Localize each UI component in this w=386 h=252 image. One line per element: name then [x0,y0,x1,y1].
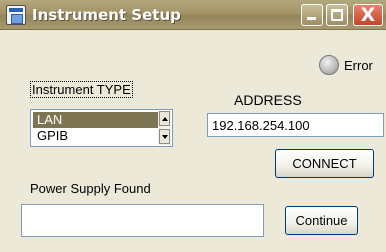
maximize-icon [331,9,343,21]
close-icon: X [360,4,376,26]
window-title: Instrument Setup [32,6,181,24]
app-icon[interactable] [6,5,26,25]
address-input[interactable] [207,113,384,137]
error-label: Error [344,58,373,73]
connect-button[interactable]: CONNECT [275,149,374,178]
minimize-icon [307,17,316,20]
maximize-button[interactable] [326,4,348,26]
continue-button[interactable]: Continue [285,206,358,235]
list-item-gpib[interactable]: GPIB [33,128,158,144]
scroll-up-arrow-icon[interactable] [159,111,170,126]
power-supply-found-field[interactable] [21,204,264,237]
list-item-lan[interactable]: LAN [33,112,158,128]
listbox-scrollbar[interactable] [158,111,171,145]
close-button[interactable]: X [353,4,383,26]
address-label: ADDRESS [234,92,302,108]
instrument-type-listbox[interactable]: LAN GPIB [30,109,173,147]
title-bar[interactable]: Instrument Setup X [0,0,386,30]
instrument-type-label: Instrument TYPE [30,81,133,98]
power-supply-found-label: Power Supply Found [30,181,151,196]
error-led-icon [319,55,339,75]
scroll-down-arrow-icon[interactable] [159,129,170,144]
minimize-button[interactable] [301,4,323,26]
